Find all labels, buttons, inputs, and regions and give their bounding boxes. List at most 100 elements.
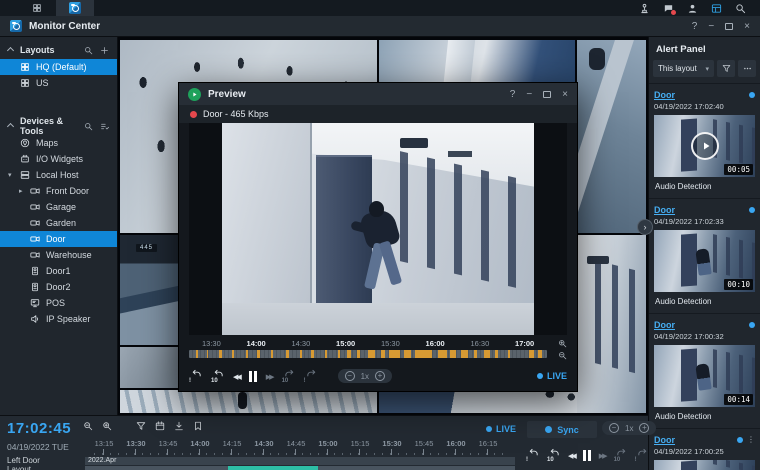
help-button[interactable]: ?: [692, 21, 698, 32]
view-options-icon[interactable]: [100, 122, 109, 131]
timeline-row-label[interactable]: Layout: [7, 465, 31, 470]
timeline-ruler[interactable]: 13:1513:30 13:4514:00 14:1514:30 14:4515…: [88, 439, 504, 455]
timeline-zoom-out-icon[interactable]: [83, 421, 93, 431]
camera-tile-stairs[interactable]: [120, 390, 377, 413]
next-event-button[interactable]: !: [635, 448, 648, 462]
event-thumbnail[interactable]: [654, 460, 755, 470]
timeline-zoom-in-icon[interactable]: [102, 421, 112, 431]
recording-band-left-door[interactable]: [85, 457, 515, 465]
event-camera-link[interactable]: Door: [654, 90, 675, 100]
playback-speed-control[interactable]: − 1x +: [602, 421, 656, 435]
monitor-center-titlebar[interactable]: Monitor Center ? − ×: [0, 16, 760, 37]
preview-video[interactable]: [189, 123, 567, 335]
previous-event-button[interactable]: !: [189, 369, 202, 383]
alert-filter-button[interactable]: [717, 60, 735, 77]
playback-speed-control[interactable]: − 1x +: [338, 369, 392, 383]
event-camera-link[interactable]: Door: [654, 435, 675, 445]
stream-info-bar: Door - 465 Kbps: [179, 105, 577, 123]
forward-10s-button[interactable]: 10: [282, 369, 295, 383]
close-button[interactable]: ×: [562, 89, 568, 100]
speed-value: 1x: [625, 424, 633, 433]
pause-button[interactable]: [249, 371, 257, 382]
timeline-zoom-out-icon[interactable]: [558, 351, 567, 360]
device-item-door1[interactable]: Door1: [0, 263, 117, 279]
sync-button[interactable]: Sync: [527, 421, 597, 438]
speed-plus-icon[interactable]: +: [375, 371, 385, 381]
recording-band-layout[interactable]: [85, 466, 515, 470]
close-button[interactable]: ×: [744, 21, 750, 32]
event-timeline-bar[interactable]: [189, 350, 547, 358]
live-indicator[interactable]: LIVE: [486, 424, 516, 434]
layout-item-us[interactable]: US: [0, 75, 117, 91]
preview-timeline[interactable]: 13:30 14:00 14:30 15:00 15:30 16:00 16:3…: [189, 339, 567, 365]
search-icon[interactable]: [735, 3, 746, 14]
device-item-maps[interactable]: Maps: [0, 135, 117, 151]
event-menu-icon[interactable]: ⋮: [747, 436, 755, 444]
device-item-io-widgets[interactable]: I/O Widgets: [0, 151, 117, 167]
preview-window-controls: ? − ×: [510, 89, 568, 100]
live-indicator[interactable]: LIVE: [537, 371, 567, 381]
devices-section-header[interactable]: Devices & Tools: [0, 117, 117, 135]
current-time: 17:02:45: [7, 420, 71, 437]
next-event-button[interactable]: !: [304, 369, 317, 383]
camera-item-front-door[interactable]: ▸Front Door: [0, 183, 117, 199]
timeline-row-label[interactable]: Left Door: [7, 456, 40, 465]
alert-panel-toggle-icon[interactable]: [711, 3, 722, 14]
layout-item-hq[interactable]: HQ (Default): [0, 59, 117, 75]
minimize-button[interactable]: −: [708, 21, 714, 32]
speed-down-icon[interactable]: [233, 371, 240, 381]
calendar-icon[interactable]: [155, 421, 165, 431]
pause-button[interactable]: [583, 450, 591, 461]
camera-tile-wall[interactable]: [120, 347, 180, 388]
chevron-right-icon[interactable]: ▸: [19, 188, 23, 195]
camera-item-warehouse[interactable]: Warehouse: [0, 247, 117, 263]
speed-minus-icon[interactable]: −: [345, 371, 355, 381]
user-icon[interactable]: [687, 3, 698, 14]
help-button[interactable]: ?: [510, 89, 516, 100]
alert-panel-collapse-button[interactable]: [637, 219, 653, 235]
event-camera-link[interactable]: Door: [654, 205, 675, 215]
event-thumbnail[interactable]: 00:05: [654, 115, 755, 177]
download-icon[interactable]: [174, 421, 184, 431]
camera-item-door[interactable]: Door: [0, 231, 117, 247]
device-item-local-host[interactable]: ▾Local Host: [0, 167, 117, 183]
rewind-10s-button[interactable]: 10: [211, 369, 224, 383]
chevron-down-icon[interactable]: ▾: [8, 172, 12, 179]
taskbar-monitor-center-button[interactable]: [56, 0, 94, 16]
chat-notification-icon[interactable]: [663, 3, 674, 14]
camera-item-garden[interactable]: Garden: [0, 215, 117, 231]
device-item-ip-speaker[interactable]: IP Speaker: [0, 311, 117, 327]
rewind-10s-button[interactable]: 10: [547, 448, 560, 462]
speed-down-icon[interactable]: [568, 450, 575, 460]
minimize-button[interactable]: −: [526, 89, 532, 100]
alert-more-button[interactable]: [738, 60, 756, 77]
event-camera-link[interactable]: Door: [654, 320, 675, 330]
speed-minus-icon[interactable]: −: [609, 423, 619, 433]
add-layout-icon[interactable]: [100, 46, 109, 55]
event-thumbnail[interactable]: 00:14: [654, 345, 755, 407]
device-item-pos[interactable]: POS: [0, 295, 117, 311]
alert-scope-dropdown[interactable]: This layout: [653, 60, 714, 77]
bookmark-icon[interactable]: [193, 421, 203, 431]
maximize-button[interactable]: [543, 91, 551, 98]
speed-up-icon[interactable]: [266, 371, 273, 381]
camera-tile-walkway[interactable]: [577, 40, 646, 233]
previous-event-button[interactable]: !: [526, 448, 539, 462]
event-thumbnail[interactable]: 00:10: [654, 230, 755, 292]
camera-tile-metro[interactable]: 445: [120, 235, 180, 345]
preview-titlebar[interactable]: Preview ? − ×: [179, 83, 577, 105]
camera-tile-corridor[interactable]: [577, 235, 646, 413]
camera-item-garage[interactable]: Garage: [0, 199, 117, 215]
search-icon[interactable]: [84, 46, 93, 55]
search-icon[interactable]: [84, 122, 93, 131]
maximize-button[interactable]: [725, 23, 733, 30]
timeline-zoom-in-icon[interactable]: [558, 339, 567, 348]
device-item-door2[interactable]: Door2: [0, 279, 117, 295]
layouts-section-header[interactable]: Layouts: [0, 41, 117, 59]
forward-10s-button[interactable]: 10: [614, 448, 627, 462]
joystick-icon[interactable]: [639, 3, 650, 14]
speed-plus-icon[interactable]: +: [639, 423, 649, 433]
funnel-icon[interactable]: [136, 421, 146, 431]
speed-up-icon[interactable]: [599, 450, 606, 460]
taskbar-apps-button[interactable]: [18, 0, 56, 16]
